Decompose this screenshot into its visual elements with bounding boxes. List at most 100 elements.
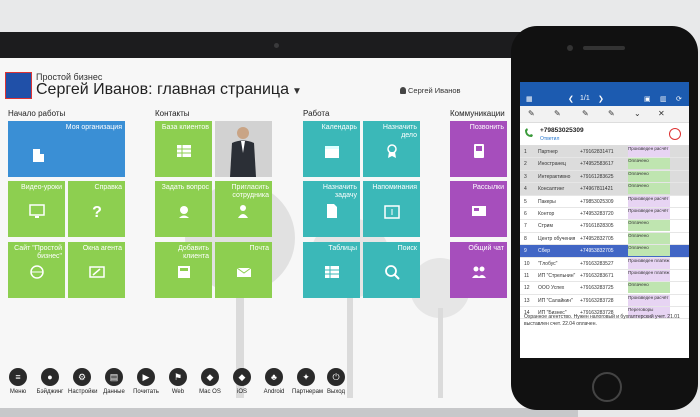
section-title-start: Начало работы bbox=[8, 109, 66, 118]
home-button[interactable] bbox=[592, 372, 622, 402]
tile-assign-task[interactable]: Назначить задачу bbox=[303, 181, 360, 237]
pen-icon[interactable]: ✎ bbox=[528, 109, 535, 118]
phone-speaker bbox=[583, 46, 625, 50]
tile-contacts-base[interactable]: База клиентов bbox=[155, 121, 212, 177]
tile-tables[interactable]: Таблицы bbox=[303, 242, 360, 298]
row-number: 6 bbox=[524, 210, 527, 217]
save-icon[interactable]: ▣ bbox=[644, 95, 651, 103]
row-number: 7 bbox=[524, 223, 527, 230]
table-row[interactable]: 1 Партнер +79162831471 Произведен расчёт bbox=[520, 146, 689, 159]
tile-mail[interactable]: Почта bbox=[215, 242, 272, 298]
chevron-down-icon[interactable]: ▼ bbox=[292, 86, 302, 97]
row-phone: +79161828305 bbox=[580, 223, 614, 230]
database-icon: ▤ bbox=[105, 368, 123, 386]
table-row[interactable]: 3 Интерактивно +79161283625 Оплачено bbox=[520, 170, 689, 184]
tile-label: Добавить клиента bbox=[178, 245, 209, 260]
close-icon[interactable]: ✕ bbox=[658, 109, 665, 118]
tile-label: Справка bbox=[94, 184, 122, 191]
row-name: ИП "Салайкин" bbox=[538, 297, 573, 304]
laptop-base bbox=[0, 408, 578, 417]
tile-invite-staff[interactable]: Пригласить сотрудника bbox=[215, 181, 272, 237]
row-status: Оплачено bbox=[628, 232, 670, 244]
dock-item-badging[interactable]: ● Бэйджинг bbox=[36, 368, 64, 395]
tile-video[interactable]: Видео-уроки bbox=[8, 181, 65, 237]
phone-nav-bar: ▦ ❮ 1/1 ❯ ▣ ▥ ⟳ bbox=[520, 92, 689, 106]
tile-label: Общий чат bbox=[468, 245, 504, 252]
chevron-down-icon[interactable]: ⌄ bbox=[634, 109, 641, 118]
dock-label: Настройки bbox=[68, 389, 98, 395]
row-phone: +74953283720 bbox=[580, 210, 614, 217]
grid-icon[interactable]: ▦ bbox=[526, 95, 533, 103]
table-icon bbox=[176, 145, 191, 157]
dock-item-partners[interactable]: ✦ Партнерам bbox=[292, 368, 323, 395]
tile-call[interactable]: Позвонить bbox=[450, 121, 507, 177]
dock-item-ios[interactable]: ◆ iOS bbox=[228, 368, 256, 395]
section-title-contacts: Контакты bbox=[155, 109, 190, 118]
pen-icon[interactable]: ✎ bbox=[582, 109, 589, 118]
row-number: 9 bbox=[524, 248, 527, 255]
tile-label: Пригласить сотрудника bbox=[231, 184, 269, 199]
table-row[interactable]: 7 Стрим +79161828305 Оплачено bbox=[520, 220, 689, 233]
table-row-selected[interactable]: 9 Сбер +74953832705 Оплачено bbox=[520, 245, 689, 258]
badge-icon: ● bbox=[41, 368, 59, 386]
delete-icon[interactable]: ▥ bbox=[660, 95, 667, 103]
chevron-right-icon[interactable]: ❯ bbox=[598, 95, 604, 103]
table-row[interactable]: 8 Центр обучения +74952832705 Оплачено bbox=[520, 232, 689, 246]
chevron-left-icon[interactable]: ❮ bbox=[568, 95, 574, 103]
svg-text:?: ? bbox=[92, 204, 102, 219]
table-row[interactable]: 6 Контор +74953283720 Произведен расчёт bbox=[520, 207, 689, 221]
tile-chat[interactable]: Общий чат bbox=[450, 242, 507, 298]
tile-label: Назначить дело bbox=[382, 124, 417, 139]
call-panel[interactable]: +79853025309 Ответил bbox=[520, 123, 689, 146]
tile-label: Почта bbox=[249, 245, 269, 252]
dock-item-menu[interactable]: ≡ Меню bbox=[4, 368, 32, 395]
globe-icon bbox=[29, 265, 44, 279]
row-status: Оплачено bbox=[628, 220, 670, 232]
table-row[interactable]: 11 ИП "Стрельнин" +79163283671 Произведе… bbox=[520, 269, 689, 283]
dock-item-settings[interactable]: ⚙ Настройки bbox=[68, 368, 98, 395]
tile-my-org[interactable]: Моя организация bbox=[8, 121, 125, 177]
page-title-text: Сергей Иванов: главная страница bbox=[36, 81, 289, 98]
pen-icon[interactable]: ✎ bbox=[608, 109, 615, 118]
pen-icon[interactable]: ✎ bbox=[554, 109, 561, 118]
tile-assign[interactable]: Назначить дело bbox=[363, 121, 420, 177]
tile-add-client[interactable]: Добавить клиента bbox=[155, 242, 212, 298]
tile-label: Позвонить bbox=[469, 124, 504, 131]
tile-photo-businessman[interactable] bbox=[215, 121, 272, 177]
refresh-icon[interactable]: ⟳ bbox=[676, 95, 682, 103]
app-logo[interactable] bbox=[5, 72, 32, 99]
dock-item-exit[interactable]: ⏻ Выход bbox=[322, 368, 350, 395]
table-row[interactable]: 13 ИП "Салайкин" +79163283728 Произведен… bbox=[520, 294, 689, 308]
tile-windows[interactable]: Окна агента bbox=[68, 242, 125, 298]
add-user-icon bbox=[237, 205, 248, 218]
table-row[interactable]: 4 Консалтинг +74967811421 Оплачено bbox=[520, 183, 689, 196]
phone-status-bar bbox=[520, 82, 689, 92]
row-number: 2 bbox=[524, 161, 527, 168]
row-status: Оплачено bbox=[628, 282, 670, 294]
dock-item-read[interactable]: ▶ Почитать bbox=[132, 368, 160, 395]
tile-help[interactable]: Справка ? bbox=[68, 181, 125, 237]
table-row[interactable]: 10 "Глобус" +79163283527 Произведен плат… bbox=[520, 257, 689, 270]
dock-item-web[interactable]: ⚑ Web bbox=[164, 368, 192, 395]
page-title[interactable]: Сергей Иванов: главная страница ▼ bbox=[36, 81, 302, 99]
table-row[interactable]: 2 Иностранец +74952583617 Оплачено bbox=[520, 158, 689, 171]
row-name: ИП "Стрельнин" bbox=[538, 272, 576, 279]
row-number: 13 bbox=[524, 297, 530, 304]
tile-reminders[interactable]: Напоминания bbox=[363, 181, 420, 237]
dock-item-macos[interactable]: ◆ Mac OS bbox=[196, 368, 224, 395]
table-row[interactable]: 12 ООО Успех +79163283725 Оплачено bbox=[520, 282, 689, 295]
tile-site[interactable]: Сайт "Простой бизнес" bbox=[8, 242, 65, 298]
dock-item-data[interactable]: ▤ Данные bbox=[100, 368, 128, 395]
tile-mailing[interactable]: Рассылки bbox=[450, 181, 507, 237]
dock-label: Android bbox=[263, 389, 285, 395]
table-row[interactable]: 5 Пакеры +79853025309 Произведен расчёт bbox=[520, 195, 689, 208]
user-menu[interactable]: Сергей Иванов bbox=[400, 86, 461, 95]
tile-calendar[interactable]: Календарь bbox=[303, 121, 360, 177]
contacts-table: 1 Партнер +79162831471 Произведен расчёт… bbox=[520, 146, 689, 320]
tile-label: Напоминания bbox=[372, 184, 417, 191]
apple-icon: ◆ bbox=[201, 368, 219, 386]
hangup-icon[interactable] bbox=[669, 128, 681, 140]
tile-ask-question[interactable]: Задать вопрос bbox=[155, 181, 212, 237]
dock-item-android[interactable]: ♣ Android bbox=[260, 368, 288, 395]
tile-search[interactable]: Поиск bbox=[363, 242, 420, 298]
